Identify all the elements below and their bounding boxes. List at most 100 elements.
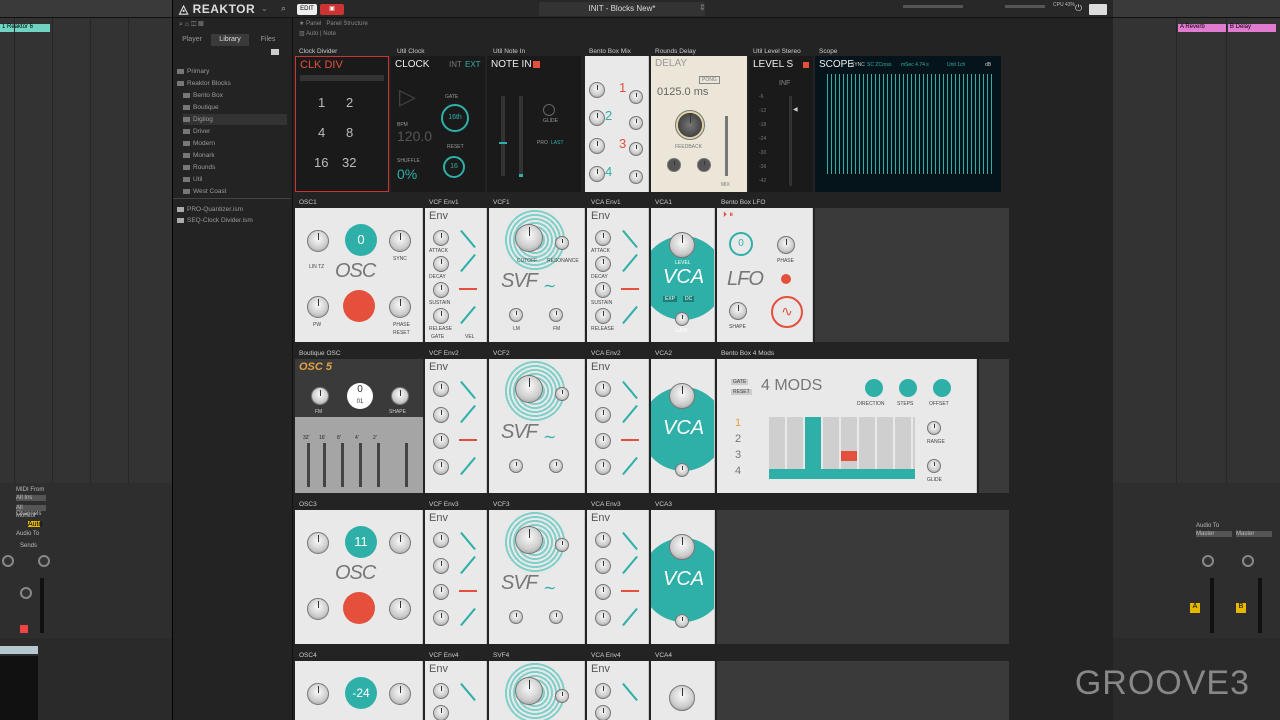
scope-sync[interactable]: SYNC <box>851 62 865 68</box>
scope-msec[interactable]: mSec 4.74 s <box>901 62 929 68</box>
master-volume-slider[interactable] <box>903 5 963 8</box>
search-icon[interactable]: ⌕ <box>281 3 286 14</box>
tree-item-digilog[interactable]: Digilog <box>183 114 287 125</box>
offset-knob[interactable] <box>933 379 951 397</box>
gate-button[interactable]: GATE <box>731 379 749 385</box>
release-knob[interactable] <box>433 308 449 324</box>
tree-item-primary[interactable]: Primary <box>177 66 209 77</box>
release-knob[interactable] <box>595 459 611 475</box>
decay-knob[interactable] <box>433 256 449 272</box>
gain-knob[interactable] <box>675 312 689 326</box>
sustain-knob[interactable] <box>595 584 611 600</box>
reverb-output-select[interactable]: Master <box>1196 531 1232 537</box>
track-header-reverb[interactable]: A Reverb <box>1178 24 1226 32</box>
shuffle-value[interactable]: 0% <box>397 166 417 182</box>
mix-knob[interactable] <box>589 166 605 182</box>
attack-knob[interactable] <box>433 683 449 699</box>
osc1-wave-selector[interactable] <box>343 290 375 322</box>
tab-player[interactable]: Player <box>173 34 211 46</box>
div-32[interactable]: 32 <box>342 155 356 170</box>
lfo-rate-knob[interactable]: 0 <box>729 232 753 256</box>
reset-button[interactable]: RESET <box>731 389 752 395</box>
sine-wave-icon[interactable]: ∿ <box>771 296 803 328</box>
scope-unit[interactable]: Unit 1ch <box>947 62 965 68</box>
dc-button[interactable]: DC <box>683 296 695 302</box>
tree-item-reaktor-blocks[interactable]: Reaktor Blocks <box>177 78 231 89</box>
feedback-knob[interactable] <box>675 110 705 140</box>
decay-knob[interactable] <box>433 407 449 423</box>
attack-knob[interactable] <box>433 532 449 548</box>
send-knob[interactable] <box>38 555 50 567</box>
pong-button[interactable]: PONG <box>699 76 720 84</box>
fm-knob[interactable] <box>549 459 563 473</box>
cutoff-knob[interactable] <box>515 224 543 252</box>
release-knob[interactable] <box>595 610 611 626</box>
clkdiv-mode-bar[interactable] <box>300 75 384 81</box>
decay-knob[interactable] <box>595 558 611 574</box>
view-toggle-icon[interactable] <box>1089 4 1107 15</box>
track-activator-b[interactable]: B <box>1236 603 1246 613</box>
track-activator-a[interactable]: A <box>1190 603 1200 613</box>
tab-note[interactable]: Note <box>323 31 336 37</box>
delay-lp-knob[interactable] <box>667 158 681 172</box>
osc3-sync-knob[interactable] <box>389 532 411 554</box>
footage-slider[interactable] <box>359 443 362 487</box>
tab-files[interactable]: Files <box>249 34 287 46</box>
send-knob[interactable] <box>1202 555 1214 567</box>
cutoff-knob[interactable] <box>515 677 543 705</box>
footage-slider[interactable] <box>341 443 344 487</box>
tree-item-rounds[interactable]: Rounds <box>183 162 215 173</box>
footage-slider[interactable] <box>323 443 326 487</box>
fm-knob[interactable] <box>549 610 563 624</box>
level-knob[interactable] <box>669 383 695 409</box>
decay-knob[interactable] <box>595 256 611 272</box>
tree-item-modern[interactable]: Modern <box>183 138 215 149</box>
star-icon[interactable]: ★ <box>299 21 306 27</box>
track-header-delay[interactable]: B Delay <box>1228 24 1276 32</box>
osc4-pitch-knob[interactable] <box>307 683 329 705</box>
pan-knob[interactable] <box>20 587 32 599</box>
send-knob[interactable] <box>1242 555 1254 567</box>
resonance-knob[interactable] <box>555 538 569 552</box>
mix-knob[interactable] <box>629 142 643 156</box>
osc5-pitch-display[interactable]: 0 01 <box>347 383 373 409</box>
sustain-knob[interactable] <box>433 433 449 449</box>
sustain-knob[interactable] <box>595 433 611 449</box>
rate-knob[interactable]: 16th <box>441 104 469 132</box>
monitor-auto-button[interactable]: Auto <box>28 521 42 528</box>
div-2[interactable]: 2 <box>346 95 353 110</box>
attack-knob[interactable] <box>595 381 611 397</box>
instrument-chevron-icon[interactable]: ⇕ <box>699 3 706 12</box>
delay-time-value[interactable]: 0125.0 ms <box>657 86 708 98</box>
menu-chevron-icon[interactable]: ⌄ <box>261 4 268 13</box>
resonance-knob[interactable] <box>555 387 569 401</box>
tab-structure[interactable]: Panel Structure <box>326 21 367 27</box>
tree-item-boutique[interactable]: Boutique <box>183 102 219 113</box>
sustain-knob[interactable] <box>595 282 611 298</box>
osc5-fm-knob[interactable] <box>311 387 329 405</box>
steps-knob[interactable]: 16 <box>443 156 465 178</box>
osc3-phase-knob[interactable] <box>389 598 411 620</box>
osc3-pitch-knob[interactable] <box>307 532 329 554</box>
sustain-knob[interactable] <box>433 584 449 600</box>
tree-item-driver[interactable]: Driver <box>183 126 210 137</box>
scope-db[interactable]: dB <box>985 62 991 68</box>
attack-knob[interactable] <box>595 683 611 699</box>
glide-knob[interactable] <box>543 104 555 116</box>
div-16[interactable]: 16 <box>314 155 328 170</box>
lfo-phase-knob[interactable] <box>777 236 795 254</box>
osc3-pw-knob[interactable] <box>307 598 329 620</box>
tree-item-west-coast[interactable]: West Coast <box>183 186 226 197</box>
range-knob[interactable] <box>927 421 941 435</box>
osc1-pitch-knob[interactable] <box>307 230 329 252</box>
priority-value[interactable]: LAST <box>551 140 564 146</box>
clock-int[interactable]: INT <box>449 60 462 69</box>
mix-knob[interactable] <box>589 82 605 98</box>
osc1-phase-knob[interactable] <box>389 296 411 318</box>
release-knob[interactable] <box>433 459 449 475</box>
fm-knob[interactable] <box>549 308 563 322</box>
glide-knob[interactable] <box>927 459 941 473</box>
bpm-value[interactable]: 120.0 <box>397 128 432 144</box>
gain-knob[interactable] <box>675 463 689 477</box>
mix-knob[interactable] <box>629 116 643 130</box>
